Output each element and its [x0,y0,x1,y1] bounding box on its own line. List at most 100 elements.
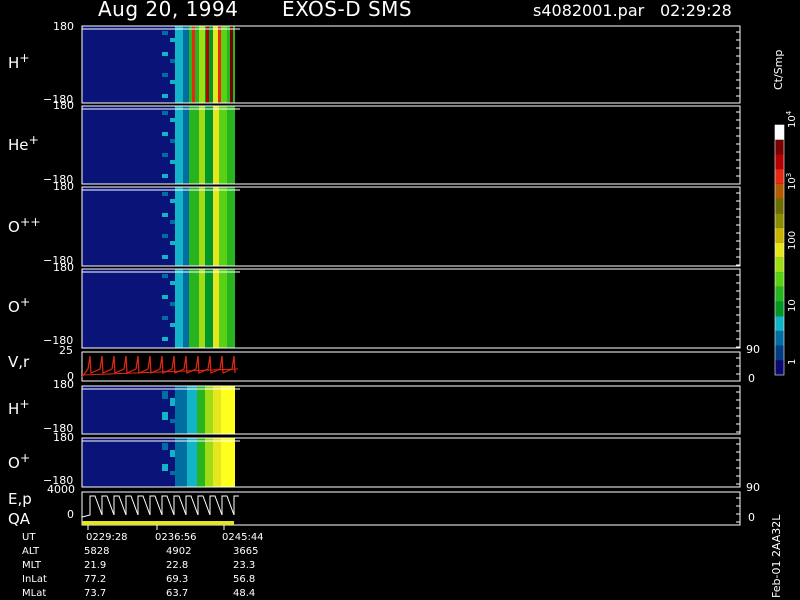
panel-2-speckle [162,213,168,217]
panel-0-speckle [162,94,168,98]
colorbar-swatch-11 [775,198,784,214]
panel-3-speckle [162,316,168,320]
rtick-p5-top: 90 [746,343,760,356]
panel-5-stripe-0 [175,386,187,434]
panel-6-stripe-2 [197,438,205,487]
rtick-p8-top: 90 [746,481,760,494]
ep-white-trace [81,495,239,518]
panel-0-hot-3 [230,26,233,103]
panel-2-stripe-3 [199,187,205,266]
colorbar-swatch-12 [775,183,784,199]
panel-0-hot-2 [218,26,221,103]
ytick-p7-top: 180 [53,431,74,444]
eph-ut-2: 0236:56 [155,532,197,543]
panel-5-speckle [162,416,168,420]
colorbar-swatch-4 [775,301,784,317]
ytick-p8-top: 4000 [47,483,75,496]
colorbar-swatch-0 [775,360,784,375]
colorbar-tick-0: 1 [787,359,798,365]
eph-inlat-3: 56.8 [233,574,256,585]
panel-0-stripe-3 [199,26,205,103]
panel-3-quiet-region [82,269,187,348]
panel-0-hot-0 [192,26,195,103]
panel-5-speckle [162,412,168,416]
colorbar-swatch-2 [775,330,784,346]
ytick-p8-bottom: 0 [67,508,74,521]
panel-4-frame [81,351,741,382]
eph-mlat-1: 73.7 [84,588,107,599]
panel-2-stripe-6 [219,187,227,266]
colorbar-swatch-9 [775,227,784,243]
eph-label-inlat: InLat [22,574,47,585]
colorbar-tick-exp-3: 3 [785,173,793,177]
panel-0-speckle [162,31,168,35]
colorbar-tick-4: 104 [785,110,798,128]
panel-6-quiet-region [82,438,187,487]
colorbar-swatch-1 [775,345,784,361]
panel-0-stripe-0 [175,26,183,103]
eph-mlt-1: 21.9 [84,560,107,571]
colorbar-swatch-7 [775,257,784,273]
footer-credit: Feb-01 2AA32L [770,514,783,598]
panel-3-stripe-4 [205,269,213,348]
panel-3-stripe-3 [199,269,205,348]
panel-5-stripe-5 [221,386,235,434]
panel-5-speckle [162,395,168,399]
panel-1-stripe-0 [175,106,183,184]
panel-2-speckle [162,192,168,196]
panel-1-stripe-4 [205,106,213,184]
panel-3-stripe-7 [227,269,235,348]
eph-label-alt: ALT [22,546,40,557]
panel-2-speckle [162,255,168,259]
eph-inlat-2: 69.3 [166,574,189,585]
panel-2-stripe-1 [183,187,189,266]
panel-label-h-plus-2: H+ [8,396,30,418]
ytick-p2-top: 180 [53,99,74,112]
panel-3-speckle [162,274,168,278]
ytick-p1-top: 180 [53,20,74,33]
ytick-p3-top: 180 [53,180,74,193]
ytick-p4-top: 180 [53,261,74,274]
colorbar-tick-2: 100 [787,231,798,250]
panel-2-stripe-7 [227,187,235,266]
panel-1-stripe-7 [227,106,235,184]
panel-6-stripe-1 [187,438,197,487]
panel-label-h-plus: H+ [8,50,30,72]
spectrogram-panels: 1 10 100 103 104 [81,25,798,530]
panel-3-stripe-6 [219,269,227,348]
panel-6-stripe-3 [205,438,213,487]
panel-6-speckle [162,446,168,450]
panel-0-hot-1 [206,26,209,103]
colorbar-swatch-14 [775,154,784,170]
panel-5-stripe-4 [213,386,221,434]
qa-yellow-bar [82,521,234,525]
panel-1-quiet-region [82,106,187,184]
colorbar-unit: Ct/Smp [772,49,785,90]
eph-label-mlt: MLT [22,560,41,571]
panel-5-stripe-3 [205,386,213,434]
panel-0-speckle [162,52,168,56]
panel-7-frame [81,491,741,526]
panel-1-speckle [162,111,168,115]
panel-2-speckle [162,234,168,238]
eph-label-mlat: MLat [22,588,47,599]
panel-3-stripe-0 [175,269,183,348]
panel-0-speckle [162,73,168,77]
ytick-p5-top: 25 [59,344,73,357]
panel-label-o-plus: O+ [8,294,31,316]
panel-2-stripe-2 [189,187,199,266]
eph-mlat-3: 48.4 [233,588,256,599]
eph-mlat-2: 63.7 [166,588,189,599]
panel-2-quiet-region [82,187,187,266]
panel-1-stripe-6 [219,106,227,184]
panel-5-stripe-1 [187,386,197,434]
colorbar-swatch-10 [775,213,784,228]
colorbar-swatch-16 [775,125,784,140]
colorbar-swatch-3 [775,316,784,331]
panel-3-speckle [162,295,168,299]
panel-6-speckle [162,467,168,471]
panel-6-stripe-4 [213,438,221,487]
panel-1-stripe-3 [199,106,205,184]
panel-1-speckle [162,174,168,178]
colorbar-swatch-5 [775,286,784,302]
